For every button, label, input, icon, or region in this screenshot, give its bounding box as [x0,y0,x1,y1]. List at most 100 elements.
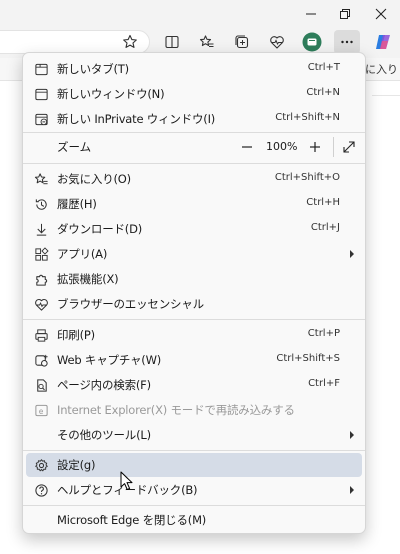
heart-pulse-icon [33,296,49,312]
full-screen-button[interactable] [338,136,360,158]
menu-item-label: Web キャプチャ(W) [57,353,162,367]
menu-item-apps[interactable]: アプリ(A) [26,242,362,266]
zoom-divider [333,137,334,157]
shortcut-text: Ctrl+P [307,328,340,339]
apps-icon [33,246,49,262]
favorites-bar-label[interactable]: に入り [365,61,398,77]
shortcut-text: Ctrl+Shift+O [274,172,340,183]
restore-icon [340,9,350,19]
menu-item-web-capture[interactable]: Web キャプチャ(W) Ctrl+Shift+S [26,348,362,372]
menu-item-label: ブラウザーのエッセンシャル [57,297,204,311]
copilot-button[interactable] [370,30,396,54]
zoom-out-button[interactable] [236,136,258,158]
new-window-icon [33,86,49,102]
menu-item-label: 新しいウィンドウ(N) [57,87,165,101]
web-capture-icon [33,352,49,368]
favorites-list-icon [199,35,214,47]
new-tab-icon [33,61,49,77]
full-screen-icon [343,141,355,153]
menu-item-label: ページ内の検索(F) [57,378,151,392]
menu-divider [23,163,365,164]
menu-item-close-edge[interactable]: Microsoft Edge を閉じる(M) [26,508,362,532]
menu-item-new-inprivate-window[interactable]: 新しい InPrivate ウィンドウ(I) Ctrl+Shift+N [26,107,362,131]
star-icon [123,34,137,48]
mouse-cursor-icon [120,471,133,490]
favorites-button[interactable] [194,30,220,54]
collections-button[interactable] [229,30,255,54]
zoom-row: ズーム 100% [26,134,362,160]
zoom-in-button[interactable] [304,136,326,158]
menu-item-more-tools[interactable]: その他のツール(L) [26,423,362,447]
shortcut-text: Ctrl+Shift+S [276,353,340,364]
menu-item-extensions[interactable]: 拡張機能(X) [26,267,362,291]
menu-item-label: ダウンロード(D) [57,222,143,236]
menu-item-label: 新しいタブ(T) [57,62,129,76]
more-horizontal-icon [341,40,353,44]
settings-and-more-button[interactable] [334,30,360,54]
zoom-label: ズーム [57,140,92,154]
minimize-button[interactable] [292,2,330,26]
menu-item-settings[interactable]: 設定(g) [26,453,362,477]
menu-item-find-on-page[interactable]: ページ内の検索(F) Ctrl+F [26,373,362,397]
menu-item-favorites[interactable]: お気に入り(O) Ctrl+Shift+O [26,167,362,191]
copilot-icon [376,35,390,49]
heart-pulse-icon [270,36,284,49]
submenu-arrow-icon [350,431,354,439]
zoom-level: 100% [266,140,298,153]
profile-button[interactable] [299,30,325,54]
split-screen-icon [165,35,179,49]
menu-item-label: 拡張機能(X) [57,272,119,286]
history-icon [33,196,49,212]
extensions-icon [33,271,49,287]
menu-item-new-tab[interactable]: 新しいタブ(T) Ctrl+T [26,57,362,81]
print-icon [33,327,49,343]
inprivate-icon [33,111,49,127]
menu-item-browser-essentials[interactable]: ブラウザーのエッセンシャル [26,292,362,316]
menu-item-label: お気に入り(O) [57,172,131,186]
menu-item-new-window[interactable]: 新しいウィンドウ(N) Ctrl+N [26,82,362,106]
submenu-arrow-icon [350,486,354,494]
menu-item-label: アプリ(A) [57,247,108,261]
svg-text:e: e [38,406,43,415]
find-in-page-icon [33,377,49,393]
shortcut-text: Ctrl+Shift+N [275,112,340,123]
menu-item-label: Internet Explorer(X) モードで再読み込みする [57,403,295,417]
help-icon [33,482,49,498]
menu-item-downloads[interactable]: ダウンロード(D) Ctrl+J [26,217,362,241]
menu-item-label: 印刷(P) [57,328,95,342]
shortcut-text: Ctrl+H [306,197,340,208]
shortcut-text: Ctrl+F [308,378,340,389]
menu-item-label: Microsoft Edge を閉じる(M) [57,513,207,527]
settings-and-more-menu: 新しいタブ(T) Ctrl+T 新しいウィンドウ(N) Ctrl+N 新しい I… [22,52,366,534]
menu-item-label: 設定(g) [57,458,96,472]
minus-icon [242,146,252,148]
menu-item-ie-mode[interactable]: e Internet Explorer(X) モードで再読み込みする [26,398,362,422]
menu-item-print[interactable]: 印刷(P) Ctrl+P [26,323,362,347]
download-icon [33,221,49,237]
menu-item-history[interactable]: 履歴(H) Ctrl+H [26,192,362,216]
close-icon [375,8,387,20]
shortcut-text: Ctrl+T [307,62,340,73]
ie-mode-icon: e [33,402,49,418]
menu-divider [23,450,365,451]
browser-essentials-button[interactable] [264,30,290,54]
favorites-icon [33,171,49,187]
avatar [302,32,322,52]
favorite-star-button[interactable] [117,30,143,54]
menu-item-label: その他のツール(L) [57,428,151,442]
menu-item-help-and-feedback[interactable]: ヘルプとフィードバック(B) [26,478,362,502]
restore-button[interactable] [326,2,364,26]
collections-icon [235,35,249,49]
gear-icon [33,457,49,473]
shortcut-text: Ctrl+N [306,87,340,98]
menu-divider [23,505,365,506]
menu-item-label: 新しい InPrivate ウィンドウ(I) [57,112,216,126]
divider [372,95,400,96]
minimize-icon [306,13,316,15]
split-screen-button[interactable] [159,30,185,54]
plus-icon [310,142,320,152]
close-window-button[interactable] [362,2,400,26]
menu-divider [23,132,365,133]
title-bar [0,0,400,28]
menu-divider [23,319,365,320]
